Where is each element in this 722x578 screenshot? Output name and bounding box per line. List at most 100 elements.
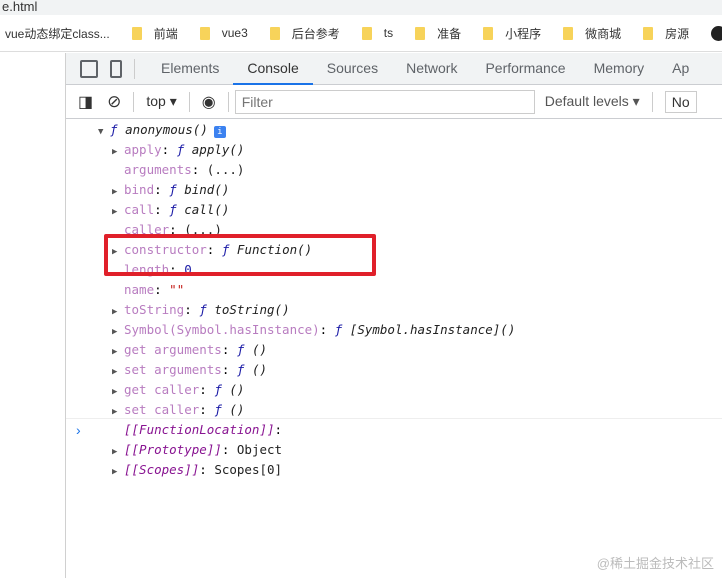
folder-icon [199,26,210,40]
devtools-panel: Elements Console Sources Network Performance… [66,53,722,578]
watermark: @稀土掘金技术社区 [596,556,714,571]
device-toolbar-icon[interactable] [110,59,122,78]
highlight-box [104,234,376,276]
property-row: arguments: (...) [124,162,245,177]
context-select[interactable]: top ▾ [146,93,176,110]
inspect-element-icon[interactable] [80,59,98,78]
property-key: arguments [124,162,192,177]
property-key: name [124,282,155,297]
folder-icon [415,26,426,40]
function-glyph: ƒ [169,202,177,217]
tab-sources[interactable]: Sources [313,53,392,85]
property-key: set arguments [124,362,222,377]
property-value: bind() [184,182,230,197]
github-icon [711,25,722,41]
property-key: [[Scopes]] [124,462,200,477]
info-icon[interactable]: i [213,126,226,138]
issues-button[interactable]: No [664,90,697,113]
bookmark-item[interactable]: ts [361,26,394,40]
bookmark-label: ts [383,26,394,40]
property-value: call() [184,202,230,217]
expanded-triangle-icon[interactable]: ▼ [98,122,110,142]
bookmark-label: 房源 [665,26,690,41]
divider [133,91,135,112]
property-value: apply() [191,142,245,157]
folder-icon [269,26,280,40]
property-row[interactable]: ▶ get caller: ƒ () [66,380,722,400]
collapsed-triangle-icon[interactable]: ▶ [112,142,124,162]
tab-ap[interactable]: Ap [658,53,703,85]
function-glyph: ƒ [214,402,222,417]
function-glyph: ƒ [176,142,185,157]
bookmark-item[interactable]: GitH [711,25,722,41]
collapsed-triangle-icon[interactable]: ▶ [112,182,124,202]
live-expression-eye-icon[interactable]: ◉ [202,92,216,112]
bookmark-item[interactable]: 后台参考 [269,25,340,42]
property-key: apply [124,142,162,157]
property-row[interactable]: ▶ toString: ƒ toString() [66,300,722,320]
property-key: bind [124,182,155,197]
property-value: () [251,342,268,357]
bookmarks-bar: vue动态绑定class... 前端 vue3 后台参考 ts 准备 小程序 微商城 房源 Git… [0,15,722,52]
clear-console-icon[interactable]: ⊘ [107,92,121,112]
property-key: call [124,202,155,217]
collapsed-triangle-icon[interactable]: ▶ [112,202,124,222]
collapsed-triangle-icon[interactable]: ▶ [112,322,124,342]
tab-console[interactable]: Console [233,53,313,85]
log-levels-dropdown[interactable]: Default levels ▾ [545,93,640,110]
bookmark-label: 微商城 [585,26,622,41]
bookmark-item[interactable]: 准备 [415,25,461,42]
bookmark-item[interactable]: 小程序 [483,25,541,42]
tab-memory[interactable]: Memory [580,53,659,85]
collapsed-triangle-icon[interactable]: ▶ [112,462,124,482]
window-title: e.html [0,0,722,15]
function-root-row[interactable]: ▼ ƒ anonymous() i [66,120,722,140]
bookmark-label: 准备 [437,26,462,41]
folder-icon [131,26,142,40]
function-glyph: ƒ [169,182,177,197]
tab-elements[interactable]: Elements [147,53,233,85]
bookmark-item[interactable]: 房源 [643,25,689,42]
divider [134,58,135,79]
divider [651,91,653,112]
collapsed-triangle-icon[interactable]: ▶ [112,382,124,402]
property-value: toString() [214,302,290,317]
bookmark-label: vue3 [221,26,248,40]
tab-network[interactable]: Network [392,53,471,85]
property-row[interactable]: ▶ [[Scopes]]: Scopes[0] [66,460,722,480]
tab-performance[interactable]: Performance [471,53,579,85]
property-row[interactable]: ▶ bind: ƒ bind() [66,180,722,200]
property-key: toString [124,302,185,317]
property-value: () [229,402,245,417]
bookmark-item[interactable]: vue3 [199,26,248,40]
property-row[interactable]: ▶ Symbol(Symbol.hasInstance): ƒ [Symbol.h… [66,320,722,340]
bookmark-item[interactable]: 前端 [131,25,178,42]
console-prompt[interactable]: › [66,418,722,446]
property-key: set caller [124,402,200,417]
property-value: () [229,382,245,397]
property-row[interactable]: ▶ set arguments: ƒ () [66,360,722,380]
collapsed-triangle-icon[interactable]: ▶ [112,302,124,322]
filter-input[interactable] [234,89,535,114]
bookmark-label: vue动态绑定class... [5,26,110,41]
folder-icon [643,26,654,40]
property-row[interactable]: ▶ call: ƒ call() [66,200,722,220]
function-glyph: ƒ [236,342,245,357]
collapsed-triangle-icon[interactable]: ▶ [112,342,124,362]
property-key: Symbol(Symbol.hasInstance) [124,322,320,337]
function-glyph: ƒ [199,302,207,317]
property-row[interactable]: ▶ get arguments: ƒ () [66,340,722,360]
function-glyph: ƒ [236,362,245,377]
sidebar-toggle-icon[interactable]: ◨ [78,92,93,112]
collapsed-triangle-icon[interactable]: ▶ [112,362,124,382]
property-row[interactable]: ▶ set caller: ƒ () [66,400,722,420]
console-toolbar: ◨ ⊘ top ▾ ◉ Default levels ▾ No [66,85,722,119]
bookmark-label: 后台参考 [291,26,340,41]
bookmark-item[interactable]: 微商城 [563,25,621,42]
property-key: get caller [124,382,200,397]
property-row: name: "" [124,282,185,297]
bookmark-item[interactable]: vue动态绑定class... [5,25,110,42]
property-key: get arguments [124,342,222,357]
folder-icon [483,26,494,40]
property-row[interactable]: ▶ apply: ƒ apply() [66,140,722,160]
